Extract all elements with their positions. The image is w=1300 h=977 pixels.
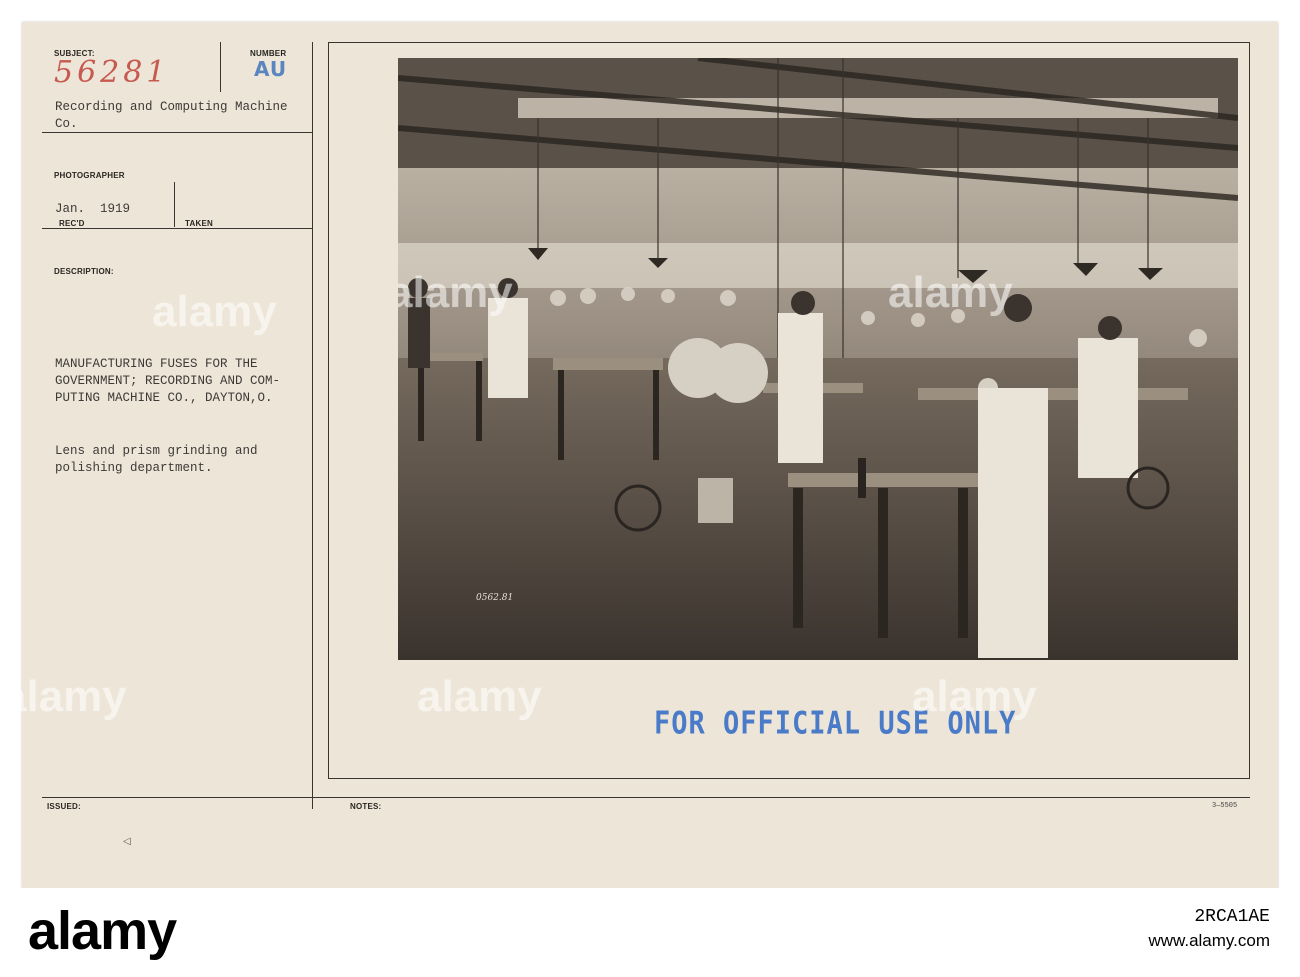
description-line-2: GOVERNMENT; RECORDING AND COM- bbox=[55, 374, 281, 388]
stock-footer-bar: alamy 2RCA1AE www.alamy.com bbox=[0, 888, 1300, 977]
subject-number-handwritten: 56281 bbox=[54, 55, 170, 90]
footer-image-id: 2RCA1AE bbox=[1194, 907, 1270, 927]
watermark-left-upper: alamy bbox=[152, 287, 277, 336]
rule-photo-frame-bottom bbox=[328, 778, 1250, 779]
triangle-mark-icon: ◁ bbox=[123, 836, 131, 847]
detail-line-1: Lens and prism grinding and bbox=[55, 444, 258, 458]
rule-photo-frame-left bbox=[328, 42, 329, 779]
factory-photograph: 0562.81 alamy alamy bbox=[398, 58, 1238, 660]
watermark-photo-left: alamy bbox=[398, 268, 513, 317]
rule-photo-frame-right bbox=[1249, 42, 1250, 779]
company-line-2: Co. bbox=[55, 117, 78, 131]
negative-number: 0562.81 bbox=[476, 593, 514, 603]
form-code: 3—5505 bbox=[1212, 802, 1238, 810]
number-stamp: AU bbox=[254, 57, 288, 81]
rule-recd-divider bbox=[174, 182, 175, 227]
rule-left-column bbox=[312, 42, 313, 809]
rule-photo-frame-top bbox=[328, 42, 1250, 43]
date-recd: Jan. 1919 bbox=[55, 202, 131, 216]
issued-label: ISSUED: bbox=[47, 802, 81, 811]
notes-label: NOTES: bbox=[350, 802, 382, 811]
watermark-right: alamy bbox=[912, 672, 1037, 721]
rule-notes-top bbox=[42, 797, 1250, 798]
taken-label: TAKEN bbox=[185, 219, 213, 228]
footer-logo: alamy bbox=[28, 901, 177, 961]
description-line-3: PUTING MACHINE CO., DAYTON,O. bbox=[55, 391, 273, 405]
recd-label: REC'D bbox=[59, 219, 85, 228]
description-label: DESCRIPTION: bbox=[54, 267, 114, 276]
footer-url[interactable]: www.alamy.com bbox=[1148, 931, 1270, 951]
description-line-1: MANUFACTURING FUSES FOR THE bbox=[55, 357, 258, 371]
watermark-left-lower: alamy bbox=[2, 672, 127, 721]
photographer-label: PHOTOGRAPHER bbox=[54, 171, 125, 180]
rule-subject-divider bbox=[220, 42, 221, 92]
detail-line-2: polishing department. bbox=[55, 461, 213, 475]
rule-photographer-top bbox=[42, 132, 312, 133]
watermark-center: alamy bbox=[417, 672, 542, 721]
rule-description-top bbox=[42, 228, 312, 229]
company-line-1: Recording and Computing Machine bbox=[55, 100, 288, 114]
watermark-photo-right: alamy bbox=[888, 268, 1013, 317]
